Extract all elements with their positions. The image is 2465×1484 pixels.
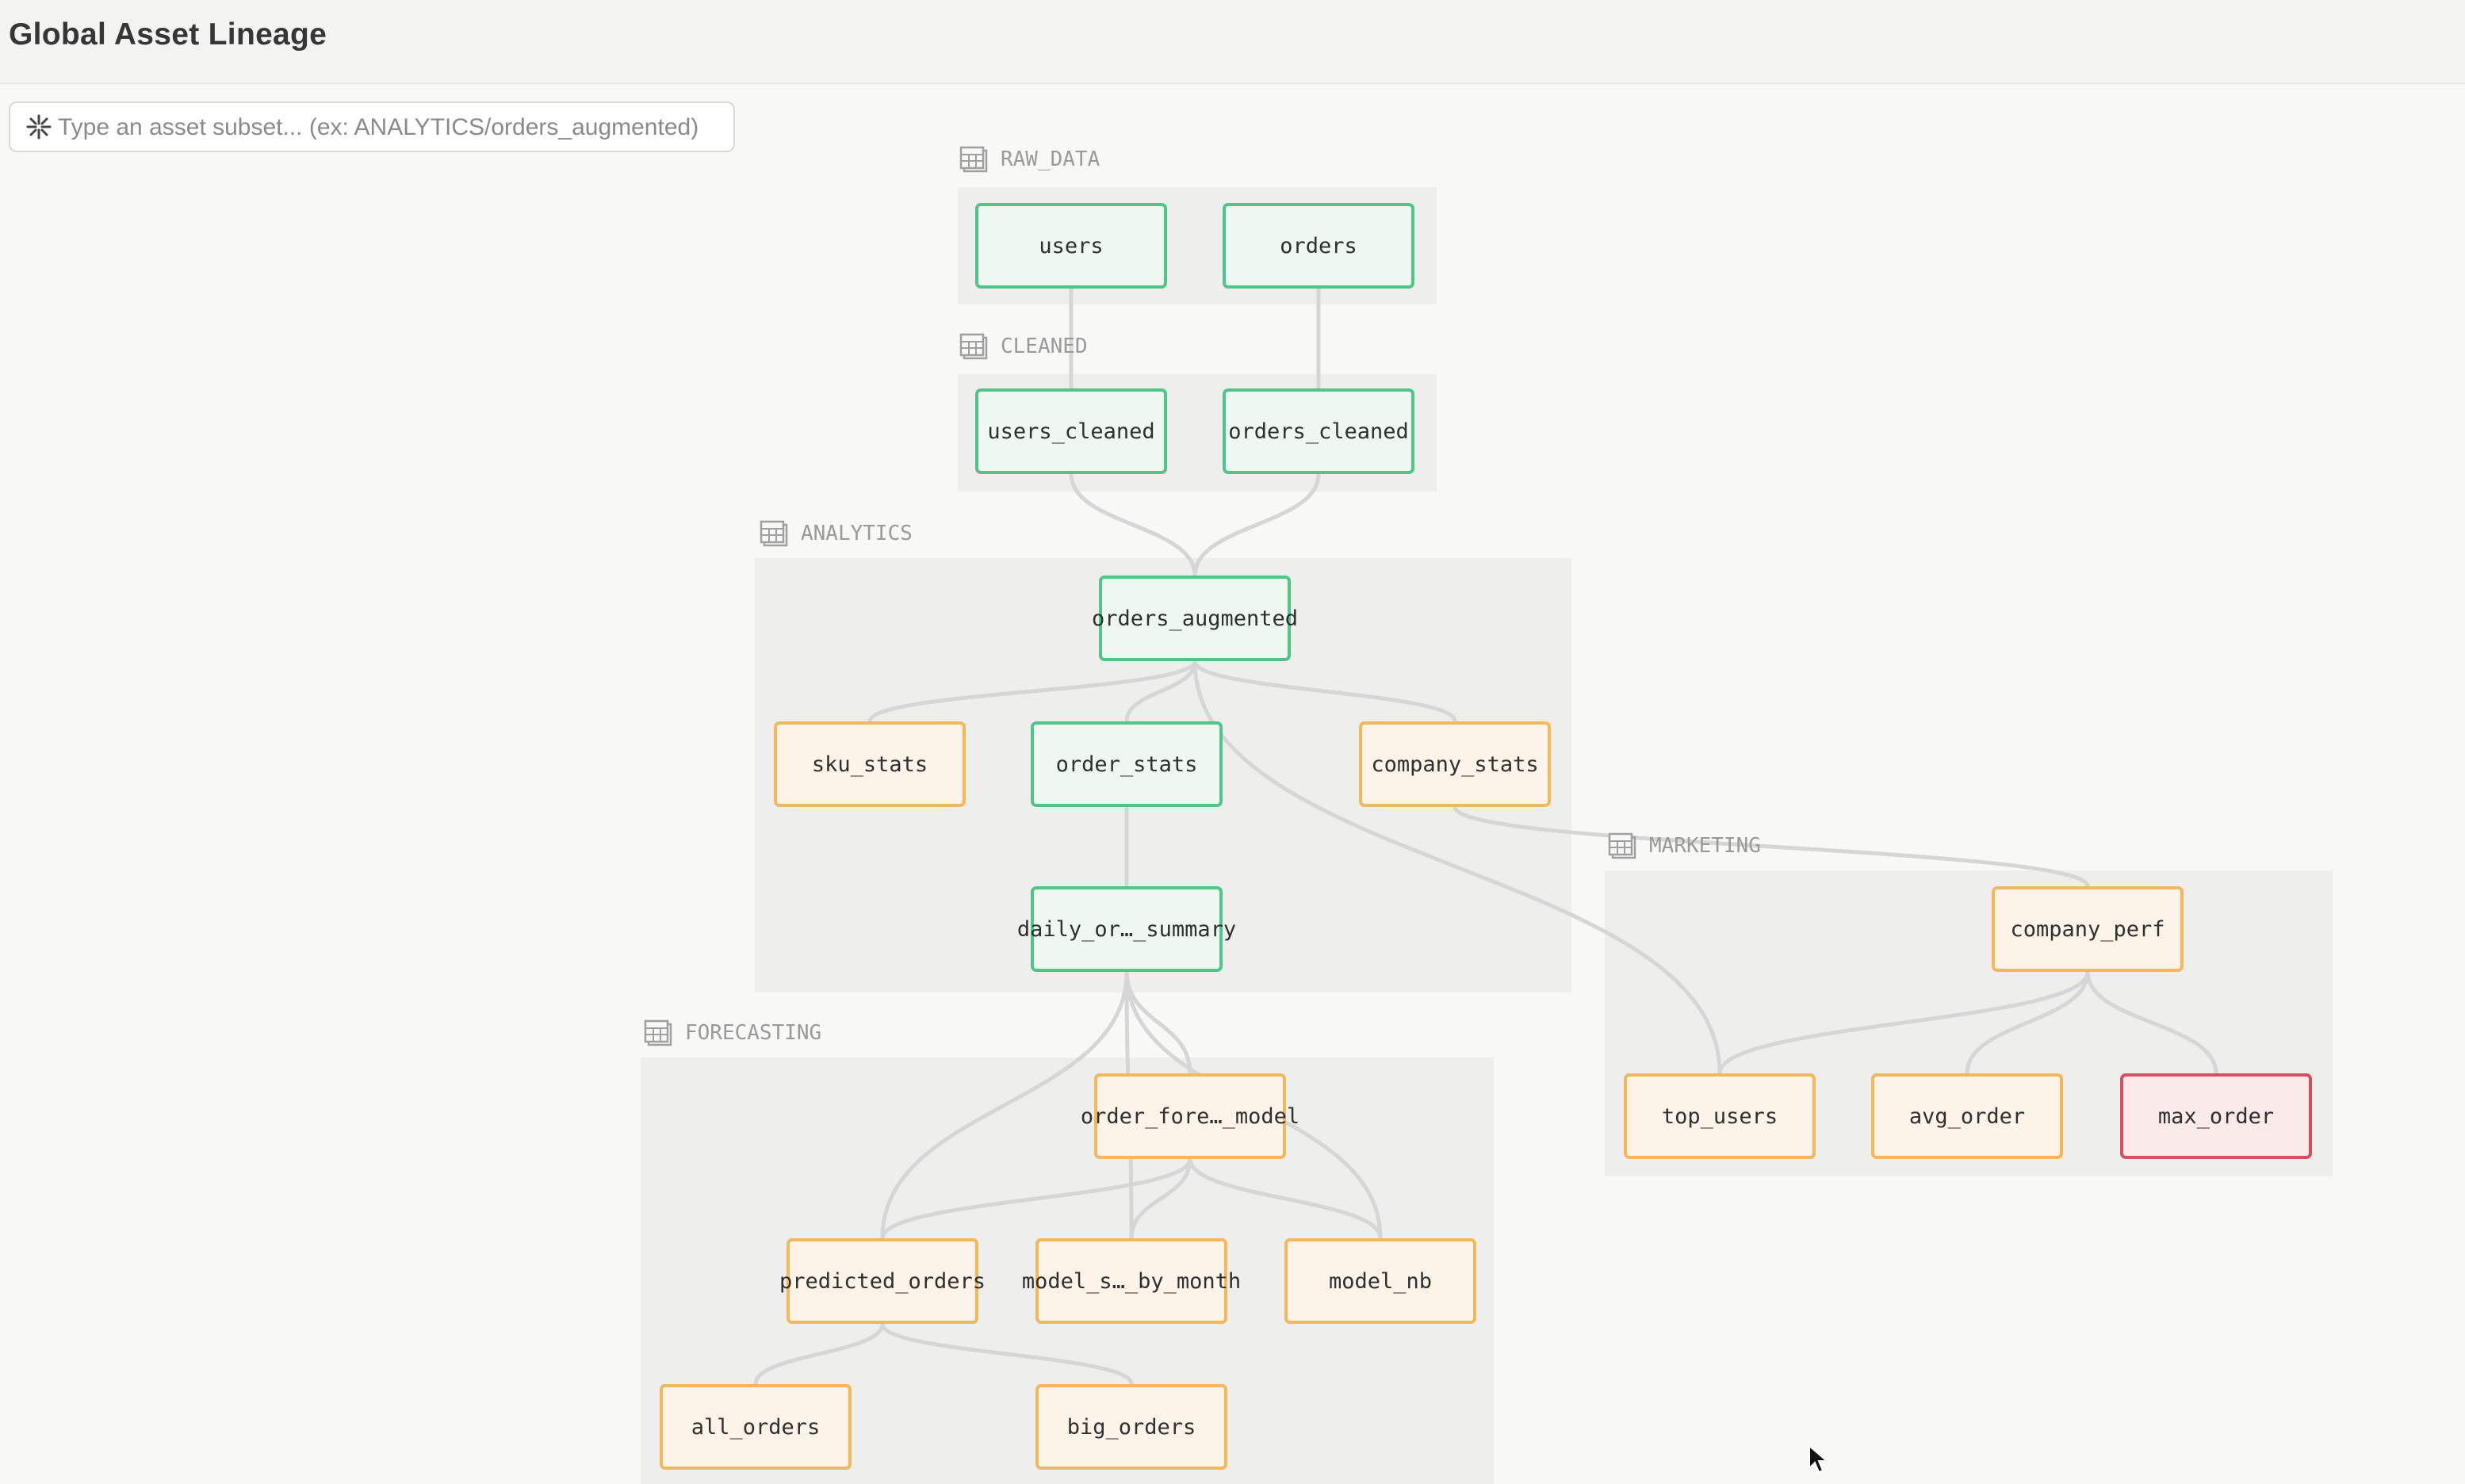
mouse-cursor-icon: [1809, 1444, 1828, 1474]
edge-daily_summary-to-order_forecast_model: [1124, 970, 1192, 1076]
group-label: ANALYTICS: [801, 522, 913, 545]
table-icon: [644, 1019, 672, 1046]
edge-company_stats-to-company_perf: [1453, 805, 2090, 889]
lineage-graph[interactable]: RAW_DATA CLEANED ANALYTICS MARKETING FOR…: [0, 0, 2465, 1484]
edge-orders_augmented-to-sku_stats: [867, 659, 1197, 724]
asset-node-daily-summary[interactable]: daily_or…_summary: [1017, 886, 1236, 972]
asset-node-order-stats[interactable]: order_stats: [1031, 721, 1223, 807]
edge-company_perf-to-top_users: [1717, 970, 2090, 1076]
asset-node-orders-augmented[interactable]: orders_augmented: [1092, 576, 1298, 661]
asset-node-users[interactable]: users: [975, 203, 1167, 289]
asset-node-model-nb[interactable]: model_nb: [1284, 1238, 1476, 1324]
asset-node-predicted-orders[interactable]: predicted_orders: [779, 1238, 986, 1324]
asset-node-users-cleaned[interactable]: users_cleaned: [975, 388, 1167, 474]
edge-orders_cleaned-to-orders_augmented: [1192, 472, 1321, 578]
asset-node-orders-cleaned[interactable]: orders_cleaned: [1223, 388, 1414, 474]
edge-predicted_orders-to-all_orders: [753, 1321, 885, 1386]
asset-node-max-order[interactable]: max_order: [2120, 1073, 2312, 1159]
group-label: FORECASTING: [685, 1021, 822, 1045]
asset-node-order-forecast-model[interactable]: order_fore…_model: [1081, 1073, 1299, 1159]
asset-node-top-users[interactable]: top_users: [1624, 1073, 1816, 1159]
edge-users_cleaned-to-orders_augmented: [1069, 472, 1197, 578]
edge-company_perf-to-max_order: [2085, 970, 2218, 1076]
asset-node-model-stats-by-month[interactable]: model_s…_by_month: [1022, 1238, 1241, 1324]
group-label: CLEANED: [1001, 335, 1088, 358]
table-icon: [959, 333, 988, 360]
asset-node-company-stats[interactable]: company_stats: [1359, 721, 1551, 807]
edge-order_forecast_model-to-predicted_orders: [880, 1157, 1192, 1241]
asset-node-sku-stats[interactable]: sku_stats: [774, 721, 966, 807]
edge-predicted_orders-to-big_orders: [880, 1321, 1134, 1386]
asset-node-company-perf[interactable]: company_perf: [1992, 886, 2184, 972]
table-icon: [760, 520, 788, 547]
table-icon: [959, 146, 988, 173]
table-icon: [1608, 832, 1636, 859]
group-label: MARKETING: [1649, 834, 1761, 858]
asset-node-all-orders[interactable]: all_orders: [660, 1384, 852, 1470]
group-label: RAW_DATA: [1001, 147, 1100, 171]
asset-node-avg-order[interactable]: avg_order: [1871, 1073, 2063, 1159]
edge-orders_augmented-to-company_stats: [1192, 659, 1457, 724]
asset-node-orders[interactable]: orders: [1223, 203, 1414, 289]
asset-node-big-orders[interactable]: big_orders: [1035, 1384, 1227, 1470]
edge-company_perf-to-avg_order: [1965, 970, 2090, 1076]
